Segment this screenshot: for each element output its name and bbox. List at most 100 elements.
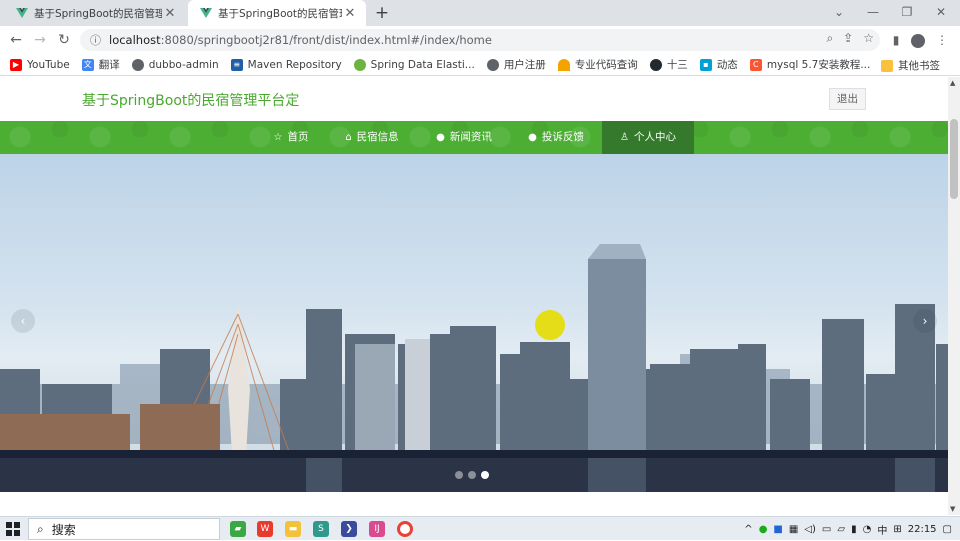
close-window-button[interactable]: ✕ [924, 0, 958, 26]
forward-button[interactable]: → [30, 30, 50, 50]
close-icon[interactable]: ✕ [342, 6, 358, 21]
system-tray: ^ ● ■ ▦ ◁) ▭ ▱ ▮ ◔ 中 ⊞ 22:15 ▢ [744, 517, 960, 541]
browser-toolbar: ← → ↻ ⓘ localhost:8080/springbootj2r81/f… [0, 26, 960, 54]
share-icon[interactable]: ⇪ [843, 31, 853, 46]
ime-mode-icon[interactable]: ⊞ [893, 524, 901, 535]
clock[interactable]: 22:15 [908, 524, 937, 535]
tab-search-icon[interactable]: ⌄ [822, 0, 856, 26]
bookmark-spring-data[interactable]: Spring Data Elasti... [353, 58, 475, 71]
carousel-next-button[interactable]: › [913, 309, 937, 333]
shield-icon[interactable]: ■ [773, 524, 782, 535]
bookmark-maven[interactable]: ≡ Maven Repository [230, 58, 342, 71]
bookmark-code-lookup[interactable]: 专业代码查询 [557, 57, 638, 72]
back-button[interactable]: ← [6, 30, 26, 50]
carousel-dot[interactable] [455, 471, 463, 479]
reload-button[interactable]: ↻ [54, 30, 74, 50]
vue-icon [200, 8, 212, 18]
browser-tab-strip: 基于SpringBoot的民宿管理平台 ✕ 基于SpringBoot的民宿管理平… [0, 0, 960, 26]
browser-tab-1[interactable]: 基于SpringBoot的民宿管理平台 ✕ [4, 0, 186, 26]
globe-icon [131, 58, 144, 71]
keyboard-icon[interactable]: ▦ [789, 524, 798, 535]
profile-avatar[interactable] [908, 30, 928, 50]
mic-icon[interactable]: ▮ [851, 524, 857, 535]
user-icon: ♙ [620, 132, 629, 143]
maven-icon: ≡ [230, 58, 243, 71]
bookmark-github[interactable]: 十三 [649, 57, 688, 72]
address-bar[interactable]: ⓘ localhost:8080/springbootj2r81/front/d… [80, 29, 880, 51]
menu-icon[interactable]: ⋮ [932, 30, 952, 50]
url-path: :8080/springbootj2r81/front/dist/index.h… [160, 33, 492, 47]
windows-start-icon[interactable] [6, 522, 20, 536]
wps-icon[interactable]: W [257, 521, 273, 537]
bookmark-star-icon[interactable]: ☆ [863, 31, 874, 46]
battery-icon[interactable]: ▭ [822, 524, 831, 535]
bookmark-bilibili[interactable]: ▪ 动态 [699, 57, 738, 72]
banner-carousel: ‹ › [0, 154, 948, 492]
rainbow-icon [557, 58, 570, 71]
scroll-thumb[interactable] [950, 119, 958, 199]
zoom-icon[interactable]: ⌕ [826, 31, 833, 46]
app-icon-teal[interactable]: S [313, 521, 329, 537]
taskbar-search-label: 搜索 [51, 522, 76, 537]
folder-icon [881, 59, 893, 72]
question-icon: ● [528, 132, 537, 143]
cursor-highlight [535, 310, 565, 340]
scroll-down-icon[interactable]: ▼ [950, 505, 955, 513]
chrome-icon[interactable] [397, 521, 413, 537]
minimize-button[interactable]: — [856, 0, 890, 26]
search-icon: ⌕ [37, 521, 44, 536]
sidebar-icon[interactable]: ▮ [886, 30, 906, 50]
youtube-icon: ▶ [10, 58, 22, 71]
bookmark-mysql[interactable]: Cmysql 5.7安装教程... [749, 57, 870, 72]
taskbar-search[interactable]: ⌕ 搜索 [28, 518, 220, 540]
spring-icon [353, 58, 366, 71]
bilibili-icon: ▪ [699, 58, 712, 71]
bookmark-other[interactable]: 其他书签 [881, 58, 940, 73]
nav-item-homestay-info[interactable]: ⌂ 民宿信息 [340, 121, 404, 154]
nav-item-news[interactable]: ● 新闻资讯 [432, 121, 496, 154]
bookmark-translate[interactable]: 文翻译 [81, 57, 120, 72]
translate-icon: 文 [81, 58, 94, 71]
app-icon-blue[interactable]: ❯ [341, 521, 357, 537]
page-scrollbar[interactable]: ▲ ▼ [948, 77, 960, 515]
nav-item-home[interactable]: ☆ 首页 [268, 121, 314, 154]
carousel-dot[interactable] [468, 471, 476, 479]
network-icon[interactable]: ▱ [837, 524, 845, 535]
new-tab-button[interactable]: + [372, 3, 392, 23]
app-icon-green[interactable]: ▰ [230, 521, 246, 537]
nav-item-feedback[interactable]: ● 投诉反馈 [524, 121, 588, 154]
scroll-up-icon[interactable]: ▲ [950, 79, 955, 87]
logout-button[interactable]: 退出 [829, 88, 866, 110]
intellij-icon[interactable]: IJ [369, 521, 385, 537]
restore-button[interactable]: ❐ [890, 0, 924, 26]
bookmarks-bar: ▶ YouTube 文翻译 dubbo-admin ≡ Maven Reposito… [0, 54, 960, 76]
bookmark-user-register[interactable]: 用户注册 [486, 57, 546, 72]
wechat-icon[interactable]: ● [759, 524, 768, 535]
tab-title: 基于SpringBoot的民宿管理平台 [34, 7, 162, 20]
site-title: 基于SpringBoot的民宿管理平台定 [82, 93, 300, 109]
info-icon[interactable]: ⓘ [90, 32, 101, 48]
vue-icon [16, 8, 28, 18]
city-skyline-image [0, 244, 948, 492]
browser-tab-2[interactable]: 基于SpringBoot的民宿管理平台 ✕ [188, 0, 366, 26]
volume-icon[interactable]: ◁) [804, 524, 816, 535]
star-icon: ☆ [273, 132, 283, 143]
bookmark-youtube[interactable]: ▶ YouTube [10, 58, 70, 71]
close-icon[interactable]: ✕ [162, 6, 178, 21]
notification-icon[interactable]: ▢ [943, 524, 952, 535]
file-explorer-icon[interactable]: ▬ [285, 521, 301, 537]
tab-title: 基于SpringBoot的民宿管理平台 [218, 7, 342, 20]
ime-indicator[interactable]: 中 [877, 522, 887, 537]
bookmark-dubbo-admin[interactable]: dubbo-admin [131, 58, 219, 71]
windows-taskbar: ⌕ 搜索 ▰ W ▬ S ❯ IJ ^ ● ■ ▦ ◁) ▭ ▱ ▮ ◔ 中 ⊞… [0, 516, 960, 540]
carousel-indicators [455, 471, 489, 479]
carousel-dot-active[interactable] [481, 471, 489, 479]
nav-item-user-center[interactable]: ♙ 个人中心 [602, 121, 694, 154]
url-host: localhost [109, 33, 161, 47]
carousel-prev-button[interactable]: ‹ [11, 309, 35, 333]
site-header: 基于SpringBoot的民宿管理平台定 退出 [0, 77, 948, 121]
github-icon [649, 58, 662, 71]
chevron-up-icon[interactable]: ^ [744, 524, 752, 535]
info-icon: ● [436, 132, 445, 143]
wifi-icon[interactable]: ◔ [863, 524, 872, 535]
